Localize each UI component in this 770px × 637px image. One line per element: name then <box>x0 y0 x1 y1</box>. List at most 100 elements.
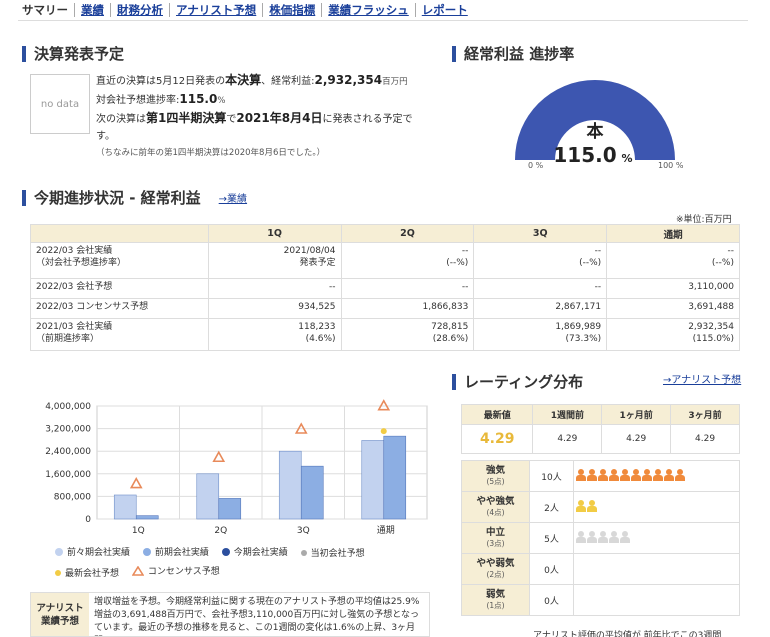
table-cell: -- <box>473 278 608 299</box>
tab-stock-indicators[interactable]: 株価指標 <box>262 3 321 17</box>
list-item: 弱気 (1点) 0人 <box>461 584 740 616</box>
table-cell: -- <box>340 278 475 299</box>
summary-text: 次の決算は <box>96 114 146 125</box>
person-icon <box>642 468 652 481</box>
column-header: 最新値 <box>460 404 534 425</box>
gauge-kind: 本 <box>587 121 604 142</box>
legend-label: 前々期会社実績 <box>67 548 131 558</box>
row-label-sub: （対会社予想進捗率） <box>36 258 127 268</box>
schedule-title: 決算発表予定 <box>34 45 125 63</box>
cell-value: 2,932,354 <box>688 322 734 332</box>
legend-item: 前期会社実績 <box>142 545 209 558</box>
rating-value: 4.29 <box>670 424 740 454</box>
summary-unit: % <box>217 96 226 106</box>
list-item: 中立 (3点) 5人 <box>461 522 740 554</box>
table-cell: -- (--%) <box>340 242 475 279</box>
cell-sub: (28.6%) <box>432 334 469 344</box>
summary-next-date: 2021年8月4日 <box>236 111 323 125</box>
cell-sub: (--%) <box>446 258 469 268</box>
bar-prev-prev-year <box>113 494 137 520</box>
person-icon <box>653 468 663 481</box>
rating-title: レーティング分布 <box>464 373 584 391</box>
tab-analyst-forecast[interactable]: アナリスト予想 <box>169 3 262 17</box>
gauge-max-label: 100 % <box>658 161 684 170</box>
cell-sub: (4.6%) <box>305 334 336 344</box>
y-tick-label: 2,400,000 <box>45 447 91 457</box>
table-cell: 2021/08/04 発表予定 <box>207 242 342 279</box>
rating-icons <box>573 522 740 554</box>
summary-note: （ちなみに前年の第1四半期決算は2020年8月6日でした。） <box>96 148 326 158</box>
rating-icons <box>573 553 740 585</box>
analyst-forecast-link[interactable]: →アナリスト予想 <box>663 371 741 386</box>
gauge-heading: 経常利益 進捗率 <box>452 43 574 64</box>
gauge-title: 経常利益 進捗率 <box>464 45 575 63</box>
summary-text: で <box>226 114 237 125</box>
tab-report[interactable]: レポート <box>414 3 474 17</box>
person-icon <box>576 530 586 543</box>
cell-value: 2021/08/04 <box>283 246 336 256</box>
rating-header-row: 最新値 1週間前 1ヶ月前 3ヶ月前 <box>460 404 740 425</box>
gauge-value: 115.0 <box>553 143 616 167</box>
tab-earnings-flash[interactable]: 業績フラッシュ <box>321 3 415 17</box>
summary-text: す。 <box>96 131 115 142</box>
bar-prev-year <box>218 498 242 520</box>
rating-icons <box>573 460 740 492</box>
heading-bar <box>22 189 26 206</box>
rating-label: 強気 (5点) <box>461 460 530 492</box>
summary-text: 、経常利益: <box>261 76 315 87</box>
table-row: 2022/03 コンセンサス予想 934,525 1,866,833 2,867… <box>30 298 740 319</box>
tab-summary[interactable]: サマリー <box>18 3 74 17</box>
analyst-forecast-box: アナリスト 業績予想 増収増益を予想。今期経常利益に関する現在のアナリスト予想の平… <box>30 592 430 637</box>
cell-value: -- <box>461 246 469 256</box>
rating-label-text: やや強気 <box>476 496 515 507</box>
legend-label: 前期会社実績 <box>154 548 209 558</box>
rating-label-text: 強気 <box>485 465 505 476</box>
rating-points: (5点) <box>486 477 505 486</box>
results-link[interactable]: →業績 <box>219 190 247 205</box>
legend-item: 当初会社予想 <box>300 546 365 559</box>
person-icon <box>664 468 674 481</box>
row-label-main: 2022/03 会社実績 <box>36 246 113 256</box>
legend-item: コンセンサス予想 <box>131 564 220 577</box>
rating-count: 2人 <box>529 491 574 523</box>
bar-prev-prev-year <box>361 440 385 520</box>
table-row: 2022/03 会社実績 （対会社予想進捗率） 2021/08/04 発表予定 --… <box>30 242 740 279</box>
tab-financial-analysis[interactable]: 財務分析 <box>110 3 169 17</box>
chart-legend: 前々期会社実績 前期会社実績 今期会社実績 当初会社予想 最新会社予想 コンセン… <box>55 545 375 579</box>
summary-progress-rate: 115.0 <box>179 92 218 106</box>
legend-swatch <box>55 569 61 576</box>
cell-sub: (--%) <box>711 258 734 268</box>
bar-prev-prev-year <box>278 450 302 520</box>
table-cell: 2,867,171 <box>473 298 608 319</box>
table-cell: 3,691,488 <box>606 298 740 319</box>
table-row: 2021/03 会社実績 （前期進捗率） 118,233 (4.6%) 728,81… <box>30 318 740 351</box>
person-icon <box>631 468 641 481</box>
tab-results[interactable]: 業績 <box>74 3 110 17</box>
column-header <box>30 224 209 243</box>
rating-table: 最新値 1週間前 1ヶ月前 3ヶ月前 4.29 4.29 4.29 4.29 <box>460 404 740 454</box>
heading-bar <box>452 45 456 62</box>
schedule-summary: 直近の決算は5月12日発表の本決算、経常利益:2,932,354百万円 対会社予… <box>96 72 426 162</box>
rating-count: 0人 <box>529 584 574 616</box>
rating-label-text: 弱気 <box>485 589 505 600</box>
bar-prev-year <box>135 515 159 520</box>
cell-sub: (73.3%) <box>565 334 602 344</box>
column-header: 2Q <box>340 224 475 243</box>
x-tick-label: 1Q <box>132 526 145 536</box>
person-icon <box>587 468 597 481</box>
list-item: 強気 (5点) 10人 <box>461 460 740 492</box>
column-header: 1週間前 <box>532 404 603 425</box>
column-header: 通期 <box>606 224 740 243</box>
rating-icons <box>573 491 740 523</box>
rating-count: 0人 <box>529 553 574 585</box>
heading-bar <box>22 45 26 62</box>
rating-icons <box>573 584 740 616</box>
progress-table: 1Q 2Q 3Q 通期 2022/03 会社実績 （対会社予想進捗率） 2021/… <box>30 224 740 351</box>
summary-text: 直近の決算は5月12日発表の <box>96 76 226 87</box>
cell-value: 728,815 <box>431 322 469 332</box>
legend-item: 今期会社実績 <box>221 545 288 558</box>
legend-swatch <box>300 549 307 556</box>
legend-label: 最新会社予想 <box>65 569 120 579</box>
rating-count: 10人 <box>529 460 574 492</box>
person-icon <box>587 499 597 512</box>
